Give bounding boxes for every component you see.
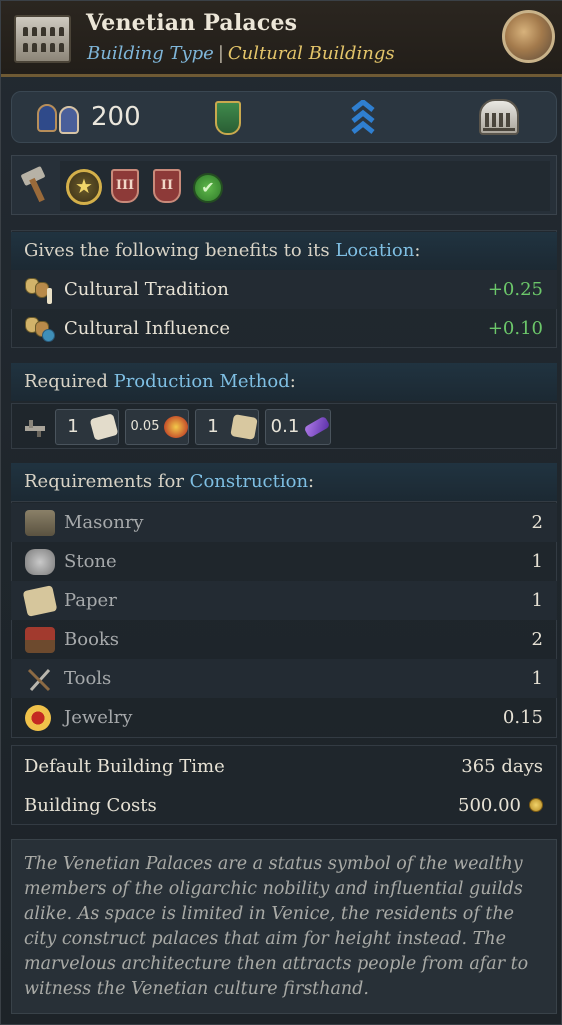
- paper-icon: [22, 585, 58, 617]
- population-value: 200: [91, 102, 141, 132]
- requirement-row[interactable]: Books 2: [11, 620, 557, 659]
- input-amount: 1: [67, 416, 79, 437]
- requirement-label: Paper: [64, 590, 117, 611]
- dye-icon: [303, 415, 331, 439]
- production-input-chip[interactable]: 1: [195, 409, 259, 445]
- production-heading-suffix: :: [289, 371, 296, 392]
- benefit-row[interactable]: Cultural Influence +0.10: [11, 309, 557, 348]
- gold-coin-icon: [529, 798, 543, 812]
- input-amount: 1: [207, 416, 219, 437]
- requirement-label: Tools: [64, 668, 112, 689]
- requirement-row[interactable]: Stone 1: [11, 542, 557, 581]
- production-heading-prefix: Required: [24, 371, 114, 392]
- requirement-value: 1: [531, 551, 543, 572]
- production-inputs-row: 1 0.05 1 0.1: [11, 403, 557, 449]
- location-link[interactable]: Location: [335, 240, 414, 261]
- building-subtitle: Building Type | Cultural Buildings: [87, 43, 395, 64]
- building-category[interactable]: Cultural Buildings: [228, 43, 395, 64]
- requirement-value: 0.15: [502, 707, 543, 728]
- portrait-avatar[interactable]: [502, 10, 555, 63]
- requirement-value: 2: [531, 629, 543, 650]
- production-input-chip[interactable]: 0.1: [265, 409, 331, 445]
- requirement-value: 1: [531, 590, 543, 611]
- building-description: The Venetian Palaces are a status symbol…: [11, 839, 557, 1014]
- requirement-label: Books: [64, 629, 120, 650]
- requirement-label: Stone: [64, 551, 117, 572]
- jewelry-icon: [25, 705, 51, 731]
- requirement-row[interactable]: Tools 1: [11, 659, 557, 698]
- workshop-tools-icon: [25, 420, 45, 437]
- hammer-icon[interactable]: [20, 165, 52, 203]
- building-tags-row: ★ III II ✔: [11, 155, 557, 215]
- construction-link[interactable]: Construction: [190, 471, 308, 492]
- building-title: Venetian Palaces: [86, 10, 298, 36]
- benefit-value: +0.25: [487, 279, 543, 300]
- rank-chevron-icon[interactable]: [351, 98, 375, 136]
- masks-candle-icon: [25, 276, 55, 304]
- requirements-heading-suffix: :: [308, 471, 315, 492]
- requirement-row[interactable]: Masonry 2: [11, 503, 557, 542]
- building-costs-value-wrap: 500.00: [458, 786, 543, 825]
- production-method-link[interactable]: Production Method: [114, 371, 290, 392]
- building-time-label: Default Building Time: [24, 756, 225, 777]
- production-method-heading: Required Production Method:: [11, 363, 557, 401]
- building-time-value: 365 days: [461, 756, 543, 777]
- benefits-heading-prefix: Gives the following benefits to its: [24, 240, 336, 261]
- benefits-heading: Gives the following benefits to its Loca…: [11, 232, 557, 270]
- estate-shield-icon[interactable]: [215, 101, 241, 135]
- population-icon: [37, 100, 83, 136]
- requirement-label: Jewelry: [64, 707, 133, 728]
- checkmark-badge-icon[interactable]: ✔: [193, 173, 223, 203]
- stone-icon: [25, 549, 55, 575]
- requirement-label: Masonry: [64, 512, 144, 533]
- masonry-icon: [25, 510, 55, 536]
- tooltip-header: Venetian Palaces Building Type | Cultural …: [1, 1, 562, 77]
- rank-three-shield-icon[interactable]: III: [111, 169, 139, 203]
- masks-globe-icon: [25, 315, 55, 343]
- building-type-link[interactable]: Building Type: [87, 43, 214, 64]
- benefit-label: Cultural Influence: [64, 318, 231, 339]
- requirement-row[interactable]: Paper 1: [11, 581, 557, 620]
- requirement-row[interactable]: Jewelry 0.15: [11, 698, 557, 737]
- building-tooltip-panel: Venetian Palaces Building Type | Cultural …: [0, 0, 562, 1025]
- benefits-heading-suffix: :: [414, 240, 421, 261]
- construction-requirements-heading: Requirements for Construction:: [11, 463, 557, 501]
- benefit-value: +0.10: [487, 318, 543, 339]
- benefit-row[interactable]: Cultural Tradition +0.25: [11, 270, 557, 309]
- tools-icon: [27, 668, 51, 692]
- production-input-chip[interactable]: 0.05: [125, 409, 189, 445]
- building-costs-label: Building Costs: [24, 795, 157, 816]
- rank-two-shield-icon[interactable]: II: [153, 169, 181, 203]
- stats-bar: 200: [11, 91, 557, 143]
- building-costs-row: Building Costs 500.00: [11, 786, 557, 825]
- requirements-heading-prefix: Requirements for: [24, 471, 190, 492]
- palace-building-icon: [14, 15, 71, 63]
- building-time-row: Default Building Time 365 days: [11, 747, 557, 786]
- paper-roll-icon: [89, 413, 119, 441]
- star-badge-icon[interactable]: ★: [66, 169, 102, 205]
- production-input-chip[interactable]: 1: [55, 409, 119, 445]
- requirement-value: 1: [531, 668, 543, 689]
- requirement-value: 2: [531, 512, 543, 533]
- paper-icon: [230, 414, 258, 440]
- input-amount: 0.05: [130, 419, 160, 434]
- jewelry-icon: [164, 416, 188, 438]
- subtitle-separator: |: [217, 43, 224, 64]
- benefit-label: Cultural Tradition: [64, 279, 229, 300]
- books-icon: [25, 627, 55, 653]
- building-costs-value: 500.00: [458, 795, 521, 816]
- palace-building-icon[interactable]: [479, 99, 519, 135]
- input-amount: 0.1: [270, 416, 300, 437]
